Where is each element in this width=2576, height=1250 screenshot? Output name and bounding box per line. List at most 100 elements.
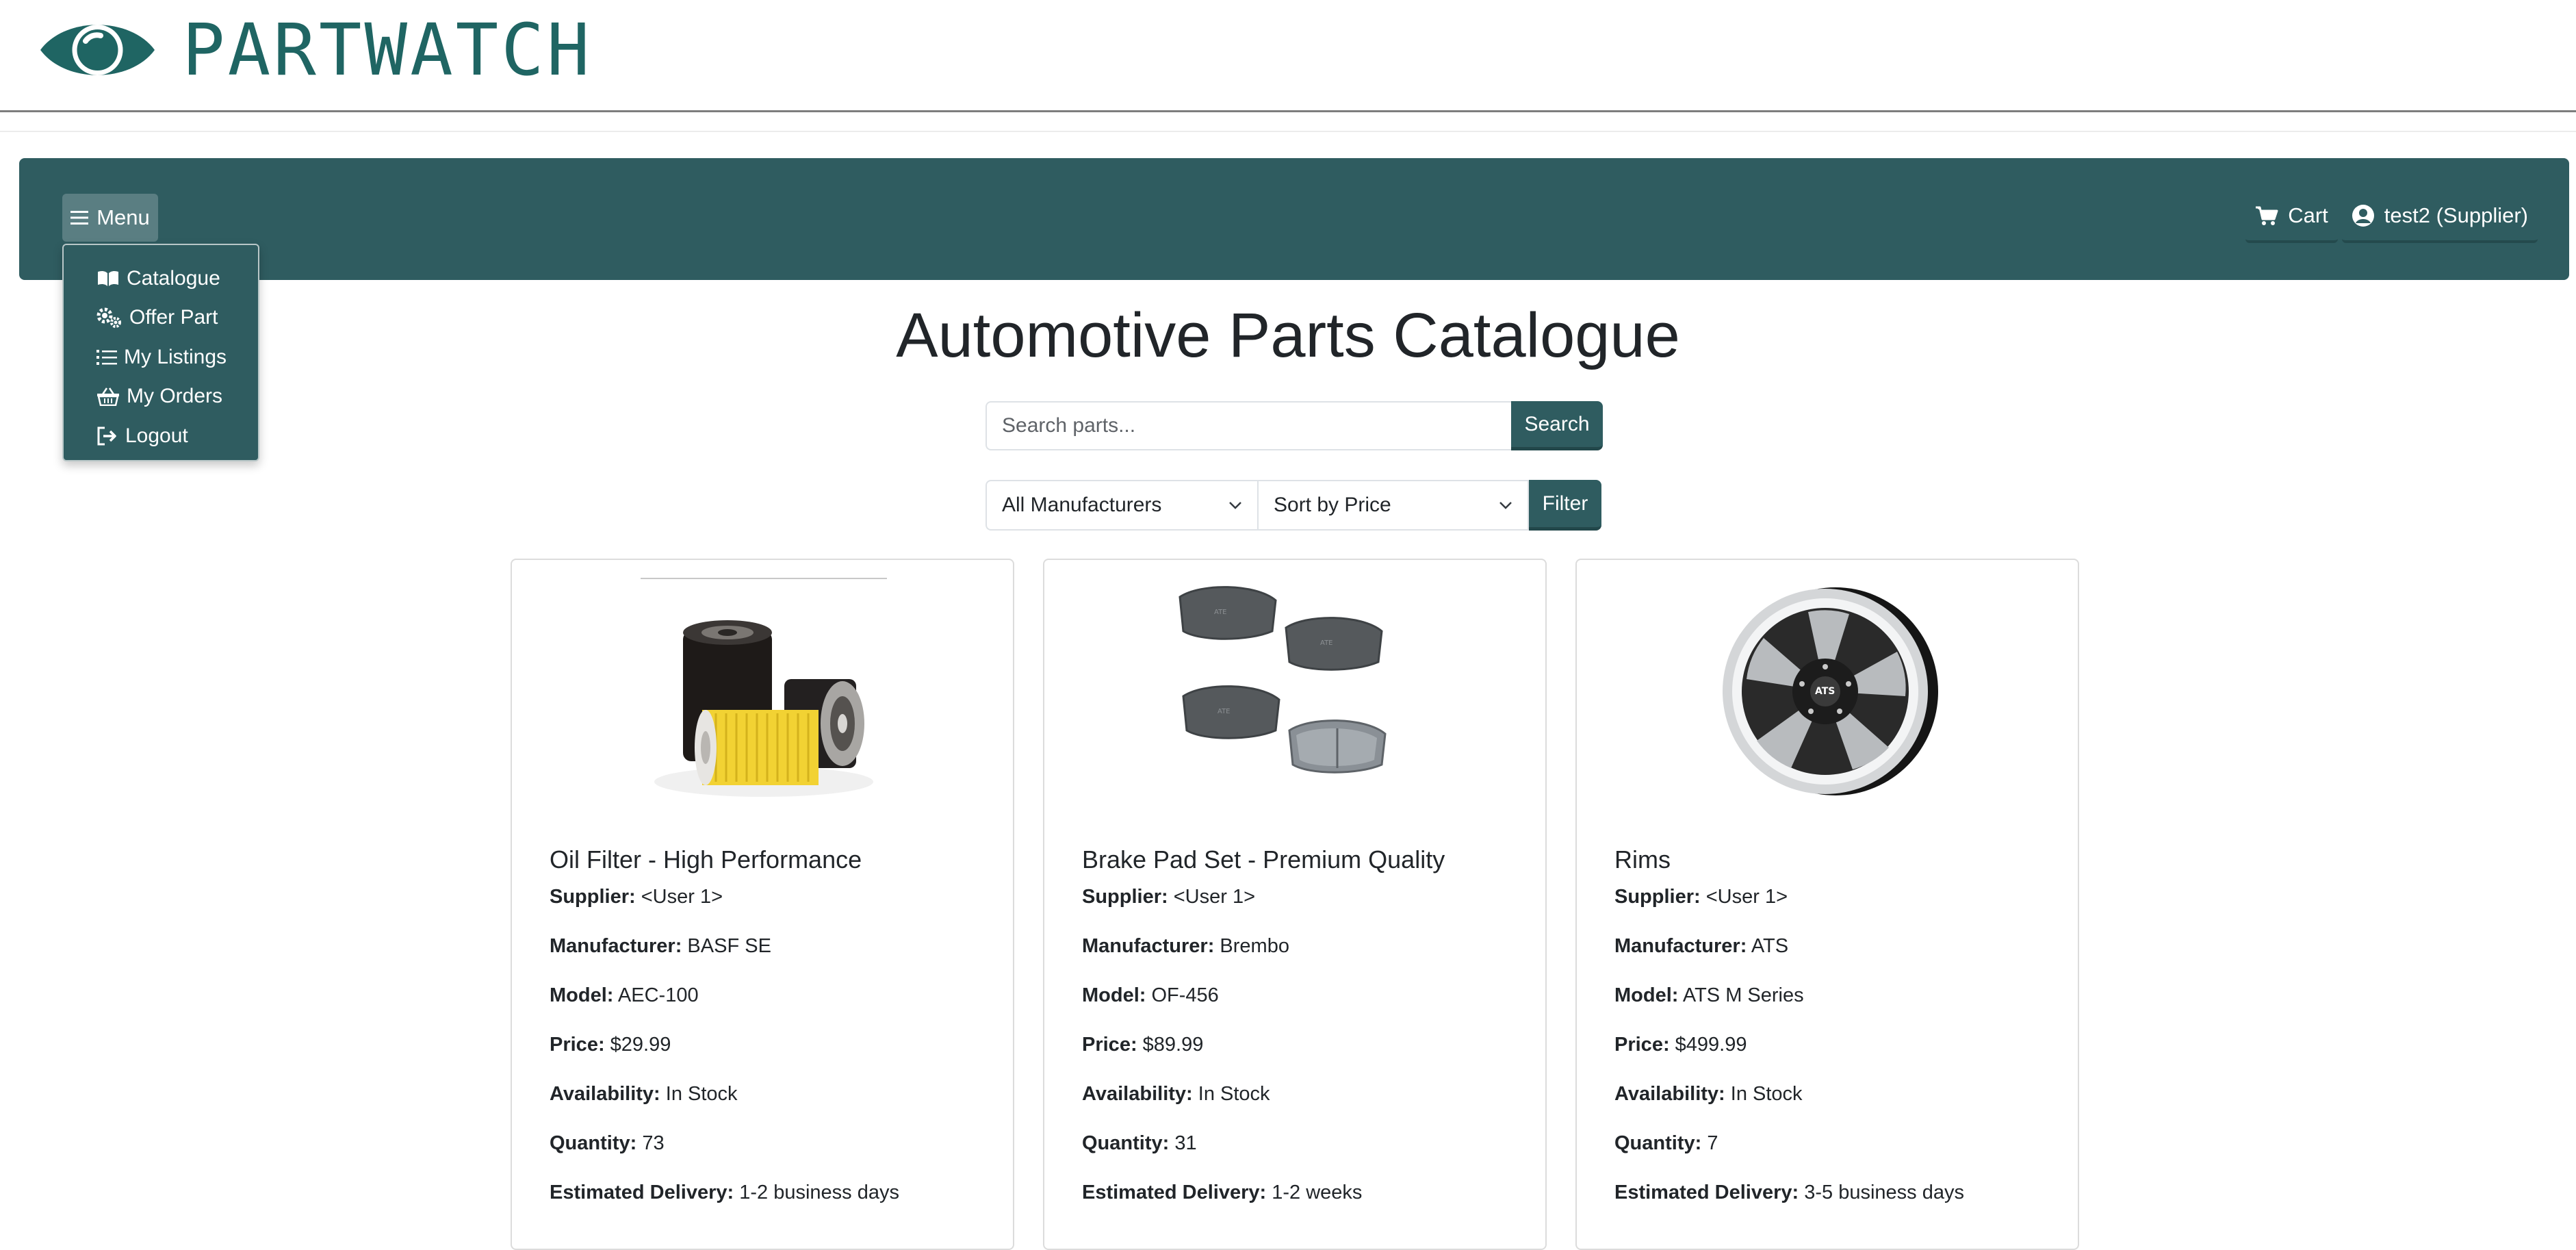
menu-button[interactable]: Menu bbox=[62, 194, 158, 242]
delivery-field: Estimated Delivery: 1-2 weeks bbox=[1082, 1182, 1362, 1231]
eye-icon bbox=[40, 25, 155, 75]
model-value: OF-456 bbox=[1151, 984, 1219, 1006]
availability-field: Availability: In Stock bbox=[1082, 1083, 1362, 1132]
user-circle-icon bbox=[2352, 205, 2374, 227]
chevron-down-icon bbox=[1229, 502, 1241, 509]
field-label: Manufacturer: bbox=[550, 935, 682, 957]
book-icon bbox=[98, 270, 118, 286]
filter-button[interactable]: Filter bbox=[1529, 480, 1601, 531]
filter-bar: All Manufacturers Sort by Price Filter bbox=[986, 480, 1601, 531]
rim-image: ATS bbox=[1723, 587, 1938, 795]
model-field: Model: ATS M Series bbox=[1614, 984, 1964, 1034]
search-input[interactable] bbox=[986, 401, 1511, 450]
field-label: Estimated Delivery: bbox=[550, 1182, 734, 1203]
basket-icon bbox=[97, 387, 119, 407]
manufacturer-value: Brembo bbox=[1220, 935, 1289, 957]
field-label: Price: bbox=[1614, 1034, 1670, 1056]
price-value: $29.99 bbox=[610, 1034, 671, 1056]
product-title[interactable]: Brake Pad Set - Premium Quality bbox=[1082, 845, 1445, 874]
price-value: $499.99 bbox=[1675, 1034, 1747, 1056]
navbar: Menu Cart test2 (Supplier) bbox=[19, 158, 2569, 280]
field-label: Model: bbox=[550, 984, 614, 1006]
delivery-field: Estimated Delivery: 1-2 business days bbox=[550, 1182, 899, 1231]
field-label: Model: bbox=[1082, 984, 1146, 1006]
availability-value: In Stock bbox=[1730, 1083, 1803, 1105]
brand-name: PARTWATCH bbox=[182, 8, 593, 92]
manufacturer-field: Manufacturer: Brembo bbox=[1082, 935, 1362, 984]
model-value: AEC-100 bbox=[617, 984, 699, 1006]
chevron-down-icon bbox=[1499, 502, 1512, 509]
delivery-value: 1-2 business days bbox=[739, 1182, 899, 1203]
product-card[interactable]: ATE ATE ATE Brake Pad Set - Premium Qualit… bbox=[1043, 559, 1547, 1250]
field-label: Supplier: bbox=[550, 886, 636, 908]
availability-field: Availability: In Stock bbox=[1614, 1083, 1964, 1132]
brand-logo[interactable]: PARTWATCH bbox=[38, 12, 593, 88]
menu-item-label: Logout bbox=[125, 424, 188, 447]
menu-item-my-orders[interactable]: My Orders bbox=[64, 377, 258, 417]
menu-item-logout[interactable]: Logout bbox=[64, 416, 258, 456]
manufacturer-select-value: All Manufacturers bbox=[1002, 494, 1162, 516]
svg-text:ATE: ATE bbox=[1218, 708, 1231, 715]
field-label: Estimated Delivery: bbox=[1082, 1182, 1267, 1203]
model-field: Model: AEC-100 bbox=[550, 984, 899, 1034]
hamburger-icon bbox=[70, 211, 89, 225]
supplier-field: Supplier: <User 1> bbox=[550, 886, 899, 935]
manufacturer-value: BASF SE bbox=[687, 935, 771, 957]
sort-select-value: Sort by Price bbox=[1274, 494, 1391, 516]
manufacturer-select[interactable]: All Manufacturers bbox=[986, 480, 1257, 531]
availability-value: In Stock bbox=[665, 1083, 738, 1105]
field-label: Manufacturer: bbox=[1614, 935, 1747, 957]
quantity-value: 7 bbox=[1707, 1132, 1718, 1154]
quantity-value: 31 bbox=[1174, 1132, 1197, 1154]
field-label: Availability: bbox=[1082, 1083, 1193, 1105]
menu-item-label: Catalogue bbox=[127, 266, 220, 290]
user-label: test2 (Supplier) bbox=[2384, 203, 2528, 227]
supplier-value: <User 1> bbox=[641, 886, 723, 908]
quantity-field: Quantity: 31 bbox=[1082, 1132, 1362, 1182]
supplier-field: Supplier: <User 1> bbox=[1082, 886, 1362, 935]
field-label: Model: bbox=[1614, 984, 1679, 1006]
header-divider-light bbox=[0, 131, 2576, 132]
quantity-field: Quantity: 73 bbox=[550, 1132, 899, 1182]
manufacturer-field: Manufacturer: BASF SE bbox=[550, 935, 899, 984]
availability-value: In Stock bbox=[1198, 1083, 1270, 1105]
product-card[interactable]: Oil Filter - High Performance Supplier: … bbox=[511, 559, 1014, 1250]
supplier-value: <User 1> bbox=[1705, 886, 1788, 908]
supplier-field: Supplier: <User 1> bbox=[1614, 886, 1964, 935]
logout-icon bbox=[97, 426, 116, 446]
field-label: Availability: bbox=[550, 1083, 660, 1105]
svg-text:ATS: ATS bbox=[1815, 686, 1835, 697]
price-field: Price: $29.99 bbox=[550, 1034, 899, 1083]
field-label: Supplier: bbox=[1614, 886, 1701, 908]
model-value: ATS M Series bbox=[1682, 984, 1804, 1006]
menu-button-label: Menu bbox=[96, 205, 150, 229]
cart-button[interactable]: Cart bbox=[2245, 191, 2338, 243]
price-value: $89.99 bbox=[1142, 1034, 1204, 1056]
manufacturer-field: Manufacturer: ATS bbox=[1614, 935, 1964, 984]
field-label: Supplier: bbox=[1082, 886, 1168, 908]
product-title[interactable]: Rims bbox=[1614, 845, 1671, 874]
manufacturer-value: ATS bbox=[1751, 935, 1789, 957]
brake-pads-image: ATE ATE ATE bbox=[1178, 586, 1387, 774]
user-account-button[interactable]: test2 (Supplier) bbox=[2341, 191, 2538, 243]
search-button[interactable]: Search bbox=[1511, 401, 1603, 450]
product-details: Supplier: <User 1> Manufacturer: ATS Mod… bbox=[1614, 886, 1964, 1231]
oil-filter-image bbox=[641, 578, 887, 797]
product-details: Supplier: <User 1> Manufacturer: BASF SE… bbox=[550, 886, 899, 1231]
svg-text:ATE: ATE bbox=[1214, 609, 1227, 616]
field-label: Price: bbox=[550, 1034, 605, 1056]
menu-item-label: My Orders bbox=[127, 385, 223, 408]
price-field: Price: $89.99 bbox=[1082, 1034, 1362, 1083]
delivery-value: 3-5 business days bbox=[1804, 1182, 1964, 1203]
delivery-field: Estimated Delivery: 3-5 business days bbox=[1614, 1182, 1964, 1231]
menu-item-catalogue[interactable]: Catalogue bbox=[64, 259, 258, 298]
product-title[interactable]: Oil Filter - High Performance bbox=[550, 845, 862, 874]
product-card[interactable]: ATS Rims Supplier: <User 1> Manufacturer… bbox=[1575, 559, 2079, 1250]
supplier-value: <User 1> bbox=[1173, 886, 1256, 908]
cart-icon bbox=[2256, 206, 2278, 225]
model-field: Model: OF-456 bbox=[1082, 984, 1362, 1034]
availability-field: Availability: In Stock bbox=[550, 1083, 899, 1132]
svg-text:ATE: ATE bbox=[1320, 639, 1333, 647]
sort-select[interactable]: Sort by Price bbox=[1257, 480, 1529, 531]
cart-label: Cart bbox=[2288, 203, 2328, 227]
